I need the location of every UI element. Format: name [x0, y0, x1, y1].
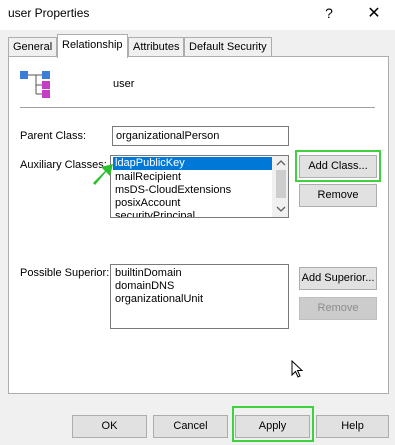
- arrow-annotation-icon: [93, 164, 113, 185]
- add-class-button[interactable]: Add Class...: [299, 155, 377, 178]
- remove-superior-button: Remove: [299, 297, 377, 320]
- divider: [20, 107, 375, 108]
- possible-superior-list[interactable]: builtinDomain domainDNS organizationalUn…: [110, 264, 289, 329]
- apply-button[interactable]: Apply: [235, 415, 310, 438]
- possible-superior-label: Possible Superior:: [20, 267, 110, 279]
- help-button[interactable]: Help: [316, 415, 389, 438]
- list-item[interactable]: securityPrincipal: [113, 210, 197, 217]
- title-bar: user Properties ? ✕: [0, 0, 395, 30]
- list-item[interactable]: organizationalUnit: [113, 293, 205, 306]
- list-item[interactable]: mailRecipient: [113, 171, 183, 184]
- ok-button[interactable]: OK: [72, 415, 147, 438]
- tab-label: General: [13, 41, 53, 53]
- scrollbar-thumb[interactable]: [276, 170, 286, 198]
- scroll-up-icon[interactable]: [276, 160, 286, 166]
- mouse-cursor-icon: [291, 360, 304, 378]
- add-superior-button[interactable]: Add Superior...: [299, 267, 377, 290]
- scrollbar[interactable]: [272, 156, 288, 217]
- window-title: user Properties: [8, 6, 90, 20]
- tab-general[interactable]: General: [8, 37, 58, 56]
- list-item[interactable]: domainDNS: [113, 280, 176, 293]
- list-item[interactable]: posixAccount: [113, 197, 182, 210]
- scroll-down-icon[interactable]: [276, 206, 286, 212]
- class-name: user: [113, 78, 135, 90]
- help-icon[interactable]: ?: [318, 5, 340, 25]
- list-item[interactable]: msDS-CloudExtensions: [113, 184, 233, 197]
- list-item[interactable]: ldapPublicKey: [113, 157, 275, 170]
- tab-default-security[interactable]: Default Security: [184, 37, 272, 56]
- auxiliary-classes-list[interactable]: ldapPublicKey mailRecipient msDS-CloudEx…: [110, 155, 289, 218]
- cancel-button[interactable]: Cancel: [153, 415, 228, 438]
- parent-class-label: Parent Class:: [20, 130, 87, 142]
- remove-class-button[interactable]: Remove: [299, 184, 377, 207]
- tab-attributes[interactable]: Attributes: [128, 37, 185, 56]
- tab-label: Relationship: [62, 39, 123, 51]
- close-icon[interactable]: ✕: [362, 3, 386, 25]
- tab-label: Attributes: [133, 41, 180, 53]
- list-item[interactable]: builtinDomain: [113, 267, 184, 280]
- parent-class-field[interactable]: organizationalPerson: [112, 126, 289, 146]
- tab-label: Default Security: [189, 41, 267, 53]
- tab-relationship[interactable]: Relationship: [57, 34, 128, 58]
- class-hierarchy-icon: [20, 71, 50, 98]
